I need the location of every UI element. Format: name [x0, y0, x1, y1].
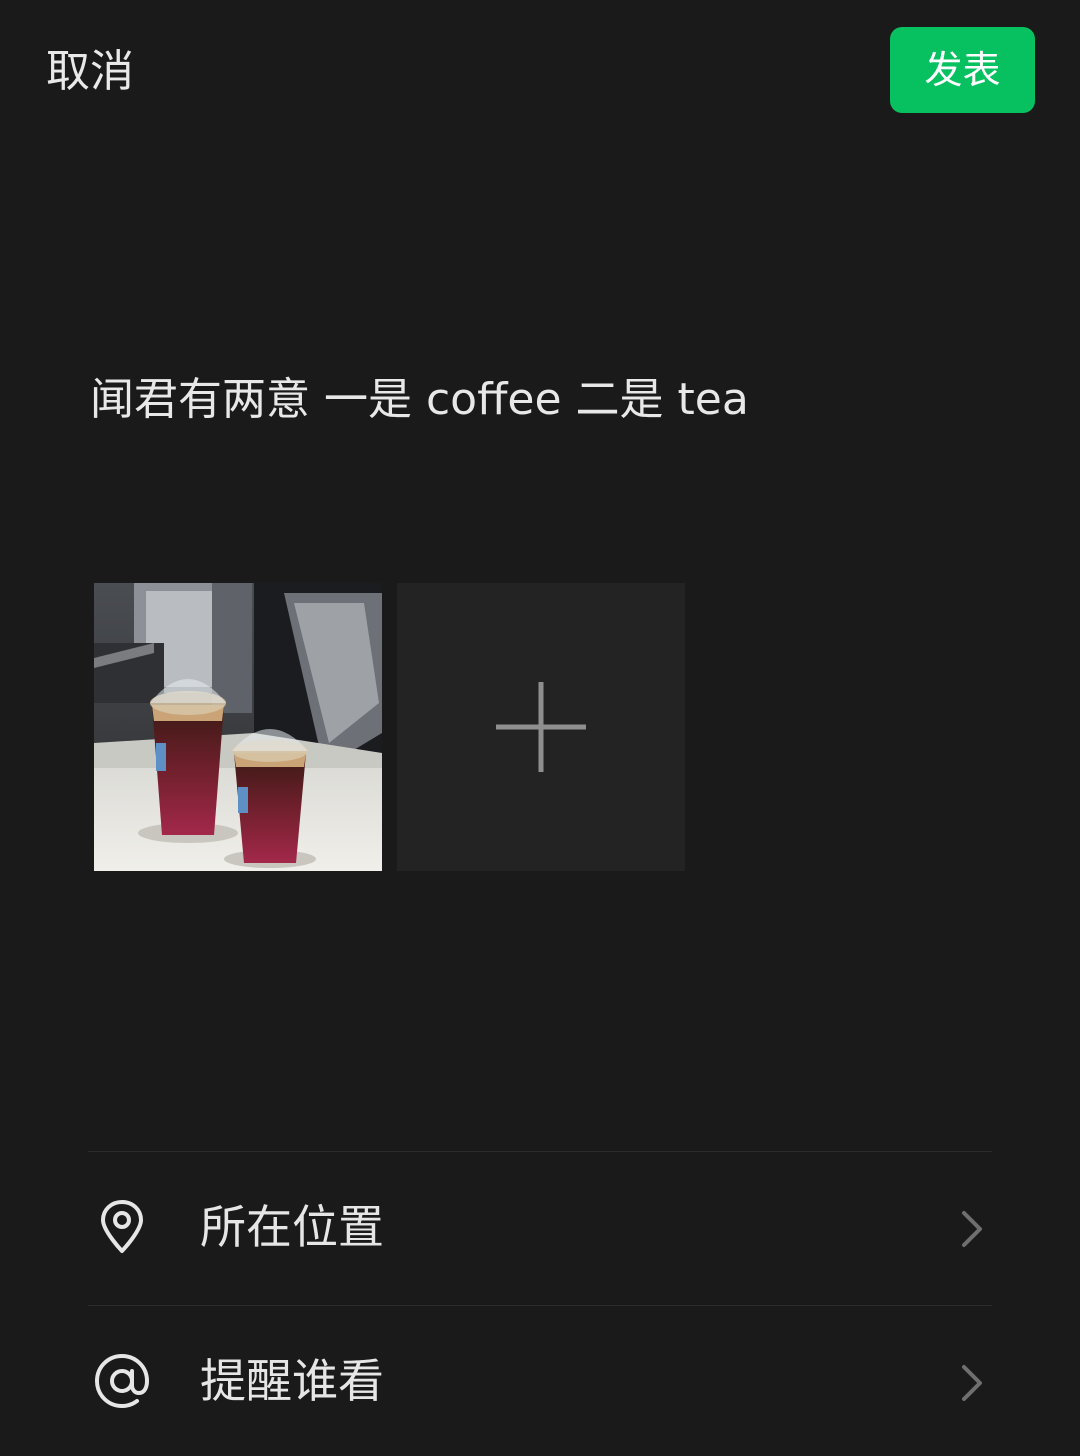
attached-photo[interactable]	[94, 583, 382, 871]
chevron-right-icon	[962, 1365, 982, 1401]
cancel-button[interactable]: 取消	[46, 42, 134, 102]
chevron-right-icon	[962, 1211, 982, 1247]
location-option[interactable]: 所在位置	[88, 1152, 992, 1302]
plus-icon	[496, 682, 586, 772]
location-pin-icon	[101, 1200, 143, 1253]
mention-label: 提醒谁看	[200, 1354, 384, 1408]
add-photo-button[interactable]	[397, 583, 685, 871]
post-text[interactable]: 闻君有两意 一是 coffee 二是 tea	[90, 370, 749, 430]
at-sign-icon	[94, 1353, 150, 1409]
mention-option[interactable]: 提醒谁看	[88, 1306, 992, 1456]
location-label: 所在位置	[200, 1200, 384, 1254]
publish-button[interactable]: 发表	[890, 27, 1035, 113]
iced-drinks-photo	[94, 583, 382, 871]
